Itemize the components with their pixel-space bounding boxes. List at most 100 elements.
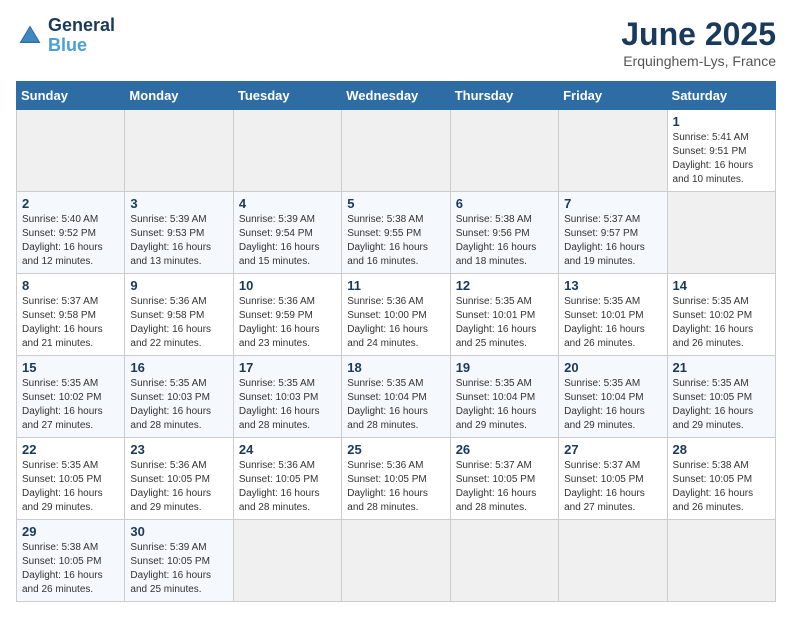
day-number: 9 (130, 278, 227, 293)
calendar-cell: 18 Sunrise: 5:35 AMSunset: 10:04 PMDaylig… (342, 356, 450, 438)
day-number: 22 (22, 442, 119, 457)
calendar-cell: 7Sunrise: 5:37 AMSunset: 9:57 PMDaylight… (559, 192, 667, 274)
day-number: 26 (456, 442, 553, 457)
calendar-cell: 17Sunrise: 5:35 AMSunset: 10:03 PMDaylig… (233, 356, 341, 438)
calendar-cell: 9 Sunrise: 5:36 AMSunset: 9:58 PMDaylight… (125, 274, 233, 356)
day-info: Sunrise: 5:41 AMSunset: 9:51 PMDaylight:… (673, 131, 770, 187)
day-number: 27 (564, 442, 661, 457)
weekday-header-row: SundayMondayTuesdayWednesdayThursdayFrid… (17, 82, 776, 110)
calendar-cell: 14 Sunrise: 5:35 AMSunset: 10:02 PMDaylig… (667, 274, 775, 356)
month-title: June 2025 (621, 16, 776, 53)
day-info: Sunrise: 5:40 AMSunset: 9:52 PMDaylight:… (22, 213, 119, 269)
day-info: Sunrise: 5:38 AMSunset: 9:56 PMDaylight:… (456, 213, 553, 269)
logo-text: GeneralBlue (48, 16, 115, 56)
day-info: Sunrise: 5:35 AMSunset: 10:03 PMDaylight… (239, 377, 336, 433)
calendar-cell: 22Sunrise: 5:35 AMSunset: 10:05 PMDaylig… (17, 438, 125, 520)
day-number: 3 (130, 196, 227, 211)
day-info: Sunrise: 5:36 AMSunset: 9:58 PMDaylight:… (130, 295, 227, 351)
day-info: Sunrise: 5:37 AMSunset: 10:05 PMDaylight… (456, 459, 553, 515)
calendar-cell (559, 520, 667, 602)
day-number: 6 (456, 196, 553, 211)
calendar-cell: 12Sunrise: 5:35 AMSunset: 10:01 PMDaylig… (450, 274, 558, 356)
day-info: Sunrise: 5:35 AMSunset: 10:04 PMDaylight… (347, 377, 444, 433)
day-info: Sunrise: 5:39 AMSunset: 9:53 PMDaylight:… (130, 213, 227, 269)
day-info: Sunrise: 5:37 AMSunset: 9:58 PMDaylight:… (22, 295, 119, 351)
day-number: 18 (347, 360, 444, 375)
day-info: Sunrise: 5:36 AMSunset: 9:59 PMDaylight:… (239, 295, 336, 351)
calendar-cell (17, 110, 125, 192)
day-info: Sunrise: 5:36 AMSunset: 10:00 PMDaylight… (347, 295, 444, 351)
day-number: 21 (673, 360, 770, 375)
calendar-cell (450, 520, 558, 602)
day-number: 15 (22, 360, 119, 375)
calendar-week-row: 22Sunrise: 5:35 AMSunset: 10:05 PMDaylig… (17, 438, 776, 520)
logo-icon (16, 22, 44, 50)
title-area: June 2025 Erquinghem-Lys, France (621, 16, 776, 69)
calendar-cell: 13Sunrise: 5:35 AMSunset: 10:01 PMDaylig… (559, 274, 667, 356)
day-number: 25 (347, 442, 444, 457)
calendar-week-row: 15 Sunrise: 5:35 AMSunset: 10:02 PMDaylig… (17, 356, 776, 438)
day-info: Sunrise: 5:36 AMSunset: 10:05 PMDaylight… (347, 459, 444, 515)
calendar-cell: 23 Sunrise: 5:36 AMSunset: 10:05 PMDaylig… (125, 438, 233, 520)
calendar-cell: 29 Sunrise: 5:38 AMSunset: 10:05 PMDaylig… (17, 520, 125, 602)
calendar-cell (233, 520, 341, 602)
day-info: Sunrise: 5:37 AMSunset: 10:05 PMDaylight… (564, 459, 661, 515)
calendar-week-row: 1 Sunrise: 5:41 AMSunset: 9:51 PMDaylight… (17, 110, 776, 192)
day-number: 11 (347, 278, 444, 293)
weekday-header: Thursday (450, 82, 558, 110)
day-info: Sunrise: 5:38 AMSunset: 10:05 PMDaylight… (673, 459, 770, 515)
day-info: Sunrise: 5:38 AMSunset: 10:05 PMDaylight… (22, 541, 119, 597)
calendar-cell: 24 Sunrise: 5:36 AMSunset: 10:05 PMDaylig… (233, 438, 341, 520)
calendar-cell: 20Sunrise: 5:35 AMSunset: 10:04 PMDaylig… (559, 356, 667, 438)
calendar-cell: 25 Sunrise: 5:36 AMSunset: 10:05 PMDaylig… (342, 438, 450, 520)
page-header: GeneralBlue June 2025 Erquinghem-Lys, Fr… (16, 16, 776, 69)
day-number: 29 (22, 524, 119, 539)
day-number: 1 (673, 114, 770, 129)
day-info: Sunrise: 5:39 AMSunset: 10:05 PMDaylight… (130, 541, 227, 597)
calendar-cell: 16 Sunrise: 5:35 AMSunset: 10:03 PMDaylig… (125, 356, 233, 438)
calendar-cell: 4Sunrise: 5:39 AMSunset: 9:54 PMDaylight… (233, 192, 341, 274)
day-number: 24 (239, 442, 336, 457)
calendar-cell (667, 192, 775, 274)
day-info: Sunrise: 5:35 AMSunset: 10:05 PMDaylight… (673, 377, 770, 433)
day-number: 12 (456, 278, 553, 293)
day-info: Sunrise: 5:36 AMSunset: 10:05 PMDaylight… (130, 459, 227, 515)
calendar-cell (342, 520, 450, 602)
day-info: Sunrise: 5:35 AMSunset: 10:02 PMDaylight… (673, 295, 770, 351)
day-info: Sunrise: 5:35 AMSunset: 10:03 PMDaylight… (130, 377, 227, 433)
calendar-cell (559, 110, 667, 192)
calendar-cell (342, 110, 450, 192)
calendar-cell: 15 Sunrise: 5:35 AMSunset: 10:02 PMDaylig… (17, 356, 125, 438)
day-number: 2 (22, 196, 119, 211)
calendar-cell: 3 Sunrise: 5:39 AMSunset: 9:53 PMDaylight… (125, 192, 233, 274)
calendar-table: SundayMondayTuesdayWednesdayThursdayFrid… (16, 81, 776, 602)
weekday-header: Monday (125, 82, 233, 110)
day-number: 14 (673, 278, 770, 293)
day-number: 23 (130, 442, 227, 457)
weekday-header: Tuesday (233, 82, 341, 110)
calendar-cell: 5 Sunrise: 5:38 AMSunset: 9:55 PMDaylight… (342, 192, 450, 274)
calendar-cell: 28Sunrise: 5:38 AMSunset: 10:05 PMDaylig… (667, 438, 775, 520)
calendar-week-row: 29 Sunrise: 5:38 AMSunset: 10:05 PMDaylig… (17, 520, 776, 602)
day-number: 19 (456, 360, 553, 375)
day-info: Sunrise: 5:35 AMSunset: 10:04 PMDaylight… (564, 377, 661, 433)
calendar-cell: 2 Sunrise: 5:40 AMSunset: 9:52 PMDaylight… (17, 192, 125, 274)
weekday-header: Friday (559, 82, 667, 110)
day-info: Sunrise: 5:38 AMSunset: 9:55 PMDaylight:… (347, 213, 444, 269)
logo: GeneralBlue (16, 16, 115, 56)
day-info: Sunrise: 5:35 AMSunset: 10:02 PMDaylight… (22, 377, 119, 433)
calendar-week-row: 2 Sunrise: 5:40 AMSunset: 9:52 PMDaylight… (17, 192, 776, 274)
day-number: 5 (347, 196, 444, 211)
day-number: 30 (130, 524, 227, 539)
day-info: Sunrise: 5:36 AMSunset: 10:05 PMDaylight… (239, 459, 336, 515)
day-info: Sunrise: 5:39 AMSunset: 9:54 PMDaylight:… (239, 213, 336, 269)
calendar-cell: 30 Sunrise: 5:39 AMSunset: 10:05 PMDaylig… (125, 520, 233, 602)
weekday-header: Sunday (17, 82, 125, 110)
day-number: 16 (130, 360, 227, 375)
calendar-cell: 8Sunrise: 5:37 AMSunset: 9:58 PMDaylight… (17, 274, 125, 356)
calendar-cell (233, 110, 341, 192)
weekday-header: Saturday (667, 82, 775, 110)
weekday-header: Wednesday (342, 82, 450, 110)
calendar-cell: 19Sunrise: 5:35 AMSunset: 10:04 PMDaylig… (450, 356, 558, 438)
calendar-cell: 10Sunrise: 5:36 AMSunset: 9:59 PMDayligh… (233, 274, 341, 356)
